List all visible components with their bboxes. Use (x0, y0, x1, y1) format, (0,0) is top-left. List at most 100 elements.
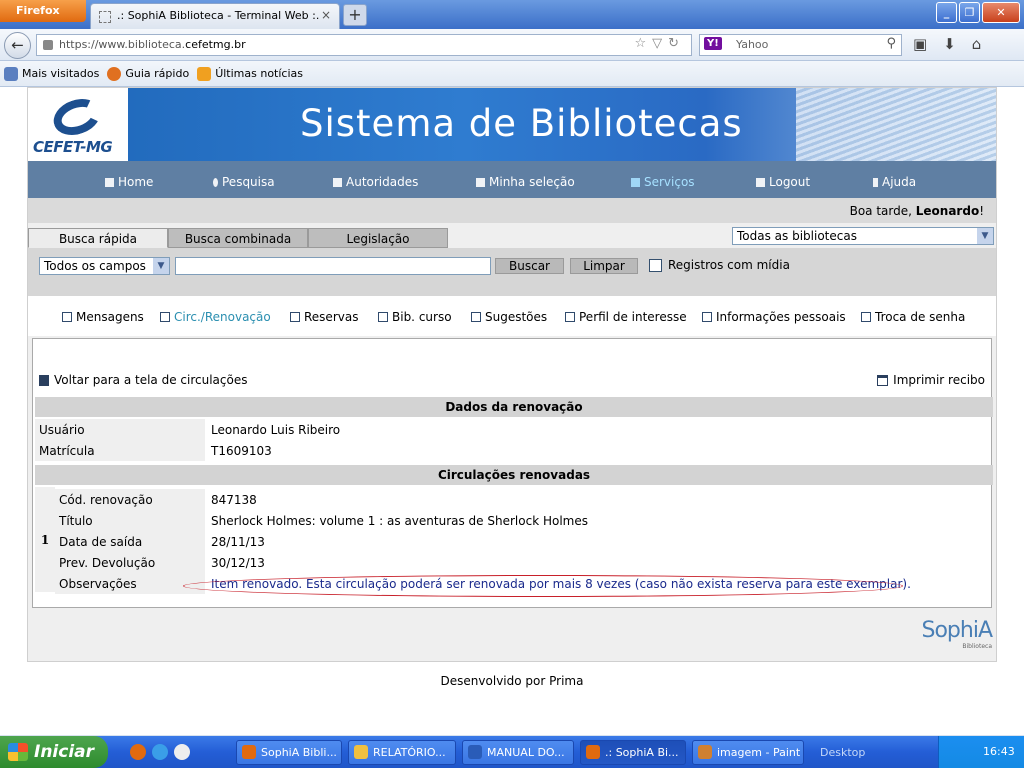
url-domain: cefetmg.br (185, 38, 246, 51)
user-value: Leonardo Luis Ribeiro (211, 422, 341, 437)
search-box[interactable]: Y! Yahoo ⚲ (699, 34, 902, 56)
url-prefix: https://www.biblioteca. (59, 38, 186, 51)
help-icon (873, 177, 878, 187)
services-circ-renovacao[interactable]: Circ./Renovação (160, 310, 271, 324)
checkout-date-row: Data de saída 28/11/13 (55, 531, 993, 552)
sophia-logo: SophiA Biblioteca (921, 618, 993, 650)
back-button[interactable]: ← (4, 32, 31, 59)
user-label: Usuário (35, 419, 205, 440)
url-bar[interactable]: https://www.biblioteca.cefetmg.br ☆▽↻ (36, 34, 692, 56)
new-tab-button[interactable]: + (343, 4, 367, 26)
person-icon (702, 312, 712, 322)
search-button[interactable]: Buscar (495, 258, 564, 274)
rss-icon (197, 66, 212, 81)
chevron-down-icon: ▼ (977, 228, 993, 244)
folder-icon (354, 745, 368, 759)
row-number: 1 (35, 487, 55, 592)
menu-logout[interactable]: Logout (756, 175, 810, 189)
bookmark-quick-guide[interactable]: Guia rápido (107, 66, 189, 81)
firefox-icon (107, 66, 122, 81)
media-checkbox[interactable] (649, 259, 662, 272)
services-info-pessoais[interactable]: Informações pessoais (702, 310, 846, 324)
field-select[interactable]: Todos os campos ▼ (39, 257, 170, 275)
download-icon[interactable]: ⬇ (943, 35, 956, 53)
clear-button[interactable]: Limpar (570, 258, 638, 274)
profile-icon (565, 312, 575, 322)
menu-servicos[interactable]: Serviços (631, 175, 695, 189)
word-icon (468, 745, 482, 759)
renewal-code-row: Cód. renovação 847138 (55, 489, 993, 510)
menu-minha-selecao[interactable]: Minha seleção (476, 175, 575, 189)
firefox-menu-button[interactable]: Firefox (0, 0, 86, 22)
bookmark-latest-news[interactable]: Últimas notícias (197, 66, 303, 81)
bookmarks-icon[interactable]: ▣ (913, 35, 927, 53)
browser-navbar: ← https://www.biblioteca.cefetmg.br ☆▽↻ … (0, 29, 1024, 61)
home-icon (105, 177, 114, 187)
course-icon (378, 312, 388, 322)
print-receipt-link[interactable]: Imprimir recibo (877, 373, 985, 387)
services-reservas[interactable]: Reservas (290, 310, 358, 324)
renewal-panel: Voltar para a tela de circulações Imprim… (32, 338, 993, 608)
taskbar-window-paint[interactable]: imagem - Paint (692, 740, 804, 765)
page-favicon-icon (99, 11, 111, 23)
yahoo-icon: Y! (704, 37, 722, 50)
registration-row: Matrícula T1609103 (35, 440, 993, 461)
reservation-icon (290, 312, 300, 322)
media-quicklaunch-icon[interactable] (174, 744, 190, 760)
title-row: Título Sherlock Holmes: volume 1 : as av… (55, 510, 993, 531)
cefet-logo[interactable]: CEFET-MG (28, 88, 128, 161)
taskbar-window-sophia-1[interactable]: SophiA Bibli... (236, 740, 342, 765)
registration-label: Matrícula (35, 440, 205, 461)
tab-busca-combinada[interactable]: Busca combinada (168, 228, 308, 248)
firefox-quicklaunch-icon[interactable] (130, 744, 146, 760)
most-visited-icon (4, 66, 18, 81)
services-troca-senha[interactable]: Troca de senha (861, 310, 965, 324)
restore-button[interactable]: ❐ (959, 2, 980, 23)
services-mensagens[interactable]: Mensagens (62, 310, 144, 324)
windows-taskbar: Iniciar SophiA Bibli... RELATÓRIO... MAN… (0, 736, 1024, 768)
taskbar-window-relatorio[interactable]: RELATÓRIO... (348, 740, 456, 765)
menu-autoridades[interactable]: Autoridades (333, 175, 418, 189)
search-tabs: Busca rápida Busca combinada Legislação (28, 228, 448, 248)
system-tray: 16:43 (938, 736, 1024, 768)
services-perfil[interactable]: Perfil de interesse (565, 310, 687, 324)
renewal-icon (160, 312, 170, 322)
menu-ajuda[interactable]: Ajuda (873, 175, 916, 189)
desktop-toolbar[interactable]: Desktop (820, 746, 865, 759)
due-date-row: Prev. Devolução 30/12/13 (55, 552, 993, 573)
menu-home[interactable]: Home (105, 175, 153, 189)
taskbar-window-manual[interactable]: MANUAL DO... (462, 740, 574, 765)
tab-busca-rapida[interactable]: Busca rápida (28, 228, 168, 248)
password-icon (861, 312, 871, 322)
services-menu: Mensagens Circ./Renovação Reservas Bib. … (28, 296, 996, 336)
registration-value: T1609103 (211, 443, 272, 458)
close-tab-icon[interactable]: × (321, 8, 331, 22)
user-name: Leonardo (915, 204, 980, 218)
grid-icon (476, 177, 485, 187)
services-bib-curso[interactable]: Bib. curso (378, 310, 452, 324)
taskbar-window-sophia-2[interactable]: .: SophiA Bi... (580, 740, 686, 765)
start-button[interactable]: Iniciar (0, 736, 108, 768)
menu-pesquisa[interactable]: Pesquisa (213, 175, 275, 189)
search-input[interactable] (175, 257, 491, 275)
page-content: CEFET-MG Sistema de Bibliotecas Home Pes… (0, 87, 1024, 735)
tab-legislacao[interactable]: Legislação (308, 228, 448, 248)
bookmark-star-icon[interactable]: ☆▽↻ (634, 36, 685, 51)
library-select[interactable]: Todas as bibliotecas ▼ (732, 227, 994, 245)
ie-quicklaunch-icon[interactable] (152, 744, 168, 760)
minimize-button[interactable]: _ (936, 2, 957, 23)
media-checkbox-label: Registros com mídia (668, 258, 790, 272)
search-icon[interactable]: ⚲ (886, 36, 896, 51)
tab-title: .: SophiA Biblioteca - Terminal Web :. (117, 9, 320, 22)
services-sugestoes[interactable]: Sugestões (471, 310, 547, 324)
logout-icon (756, 177, 765, 187)
close-window-button[interactable]: ✕ (982, 2, 1020, 23)
bookmarks-toolbar: Mais visitados Guia rápido Últimas notíc… (0, 61, 1024, 87)
firefox-icon (586, 745, 600, 759)
back-to-circulations-link[interactable]: Voltar para a tela de circulações (39, 373, 247, 387)
browser-tab[interactable]: .: SophiA Biblioteca - Terminal Web :. × (90, 3, 340, 29)
bookmark-most-visited[interactable]: Mais visitados (4, 66, 99, 81)
home-icon[interactable]: ⌂ (972, 35, 982, 53)
pin-icon (213, 177, 218, 187)
greeting: Boa tarde, Leonardo! (28, 198, 996, 223)
